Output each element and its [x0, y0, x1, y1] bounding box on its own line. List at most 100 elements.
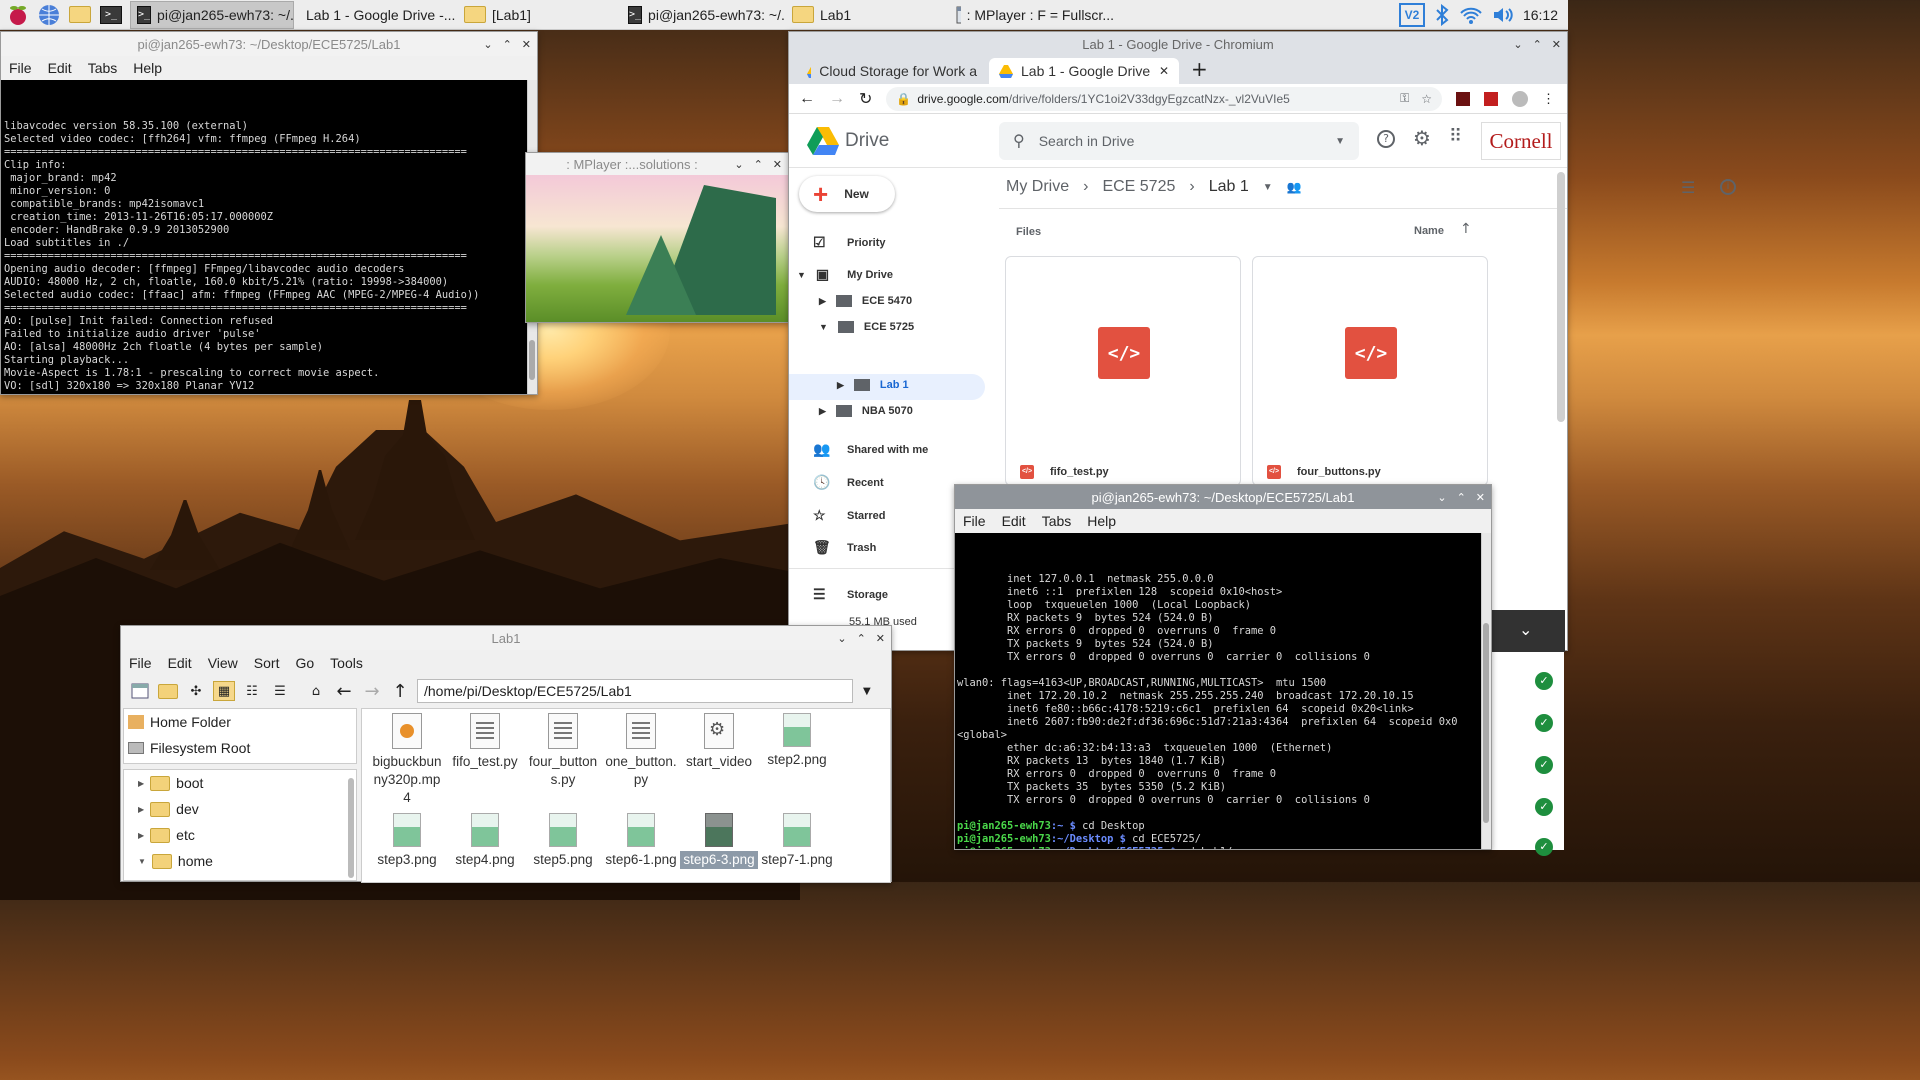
menu-help[interactable]: Help [133, 60, 162, 76]
terminal-output[interactable]: inet 127.0.0.1 netmask 255.0.0.0 inet6 :… [955, 533, 1491, 849]
file-item-start-video[interactable]: ⚙ start_video [680, 713, 758, 771]
new-folder-icon[interactable] [157, 681, 179, 701]
web-browser-launcher-icon[interactable] [36, 3, 62, 27]
menu-tools[interactable]: Tools [330, 655, 363, 671]
taskbar-item-folder-lab1-hidden[interactable]: [Lab1] [458, 1, 622, 29]
tab-cloud-storage[interactable]: Cloud Storage for Work a [797, 58, 987, 84]
minimize-icon[interactable]: ⌄ [1437, 491, 1446, 504]
new-window-icon[interactable] [129, 681, 151, 701]
file-item-bigbuckbunny320p-mp4[interactable]: bigbuckbun ny320p.mp 4 [368, 713, 446, 807]
file-manager-launcher-icon[interactable] [67, 3, 93, 27]
place-home-folder[interactable]: Home Folder [124, 709, 356, 735]
window-titlebar[interactable]: : MPlayer :...solutions : ⌄ ⌃ ✕ [526, 153, 788, 175]
extension-red-icon[interactable] [1484, 91, 1498, 106]
collapse-chevron-icon[interactable]: ⌄ [1519, 620, 1532, 639]
taskbar-item-chromium[interactable]: Lab 1 - Google Drive -... [294, 1, 458, 29]
extension-icon[interactable] [1456, 91, 1470, 106]
tree-item-home[interactable]: ▼ home [124, 848, 356, 874]
menu-help[interactable]: Help [1087, 513, 1116, 529]
sidebar-item-shared[interactable]: 👥 Shared with me [813, 441, 928, 458]
sidebar-item-starred[interactable]: ☆ Starred [813, 507, 886, 524]
maximize-icon[interactable]: ⌃ [754, 158, 763, 171]
file-item-fifo-test-py[interactable]: fifo_test.py [446, 713, 524, 771]
vnc-icon[interactable]: V2 [1398, 2, 1425, 27]
back-icon[interactable]: ← [799, 90, 815, 108]
close-icon[interactable]: ✕ [1476, 491, 1485, 504]
menu-edit[interactable]: Edit [1002, 513, 1026, 529]
file-item-one-button-py[interactable]: one_button. py [602, 713, 680, 789]
new-button[interactable]: + New [799, 176, 895, 212]
menu-edit[interactable]: Edit [48, 60, 72, 76]
sidebar-folder-ece5470[interactable]: ▶ ECE 5470 [819, 295, 912, 307]
window-titlebar[interactable]: Lab1 ⌄ ⌃ ✕ [121, 626, 891, 650]
close-icon[interactable]: ✕ [522, 38, 531, 51]
sidebar-item-recent[interactable]: 🕓 Recent [813, 474, 884, 491]
wifi-icon[interactable] [1459, 5, 1483, 25]
tree-item-etc[interactable]: ▶ etc [124, 822, 356, 848]
terminal-launcher-icon[interactable]: >_ [98, 3, 124, 27]
icon-view-icon[interactable]: ▦ [213, 681, 235, 701]
file-item-step6-3-png[interactable]: step6-3.png [680, 813, 758, 869]
menu-view[interactable]: View [208, 655, 238, 671]
menu-go[interactable]: Go [295, 655, 314, 671]
menu-tabs[interactable]: Tabs [1042, 513, 1072, 529]
address-bar[interactable]: 🔒 drive.google.com/drive/folders/1YC1oi2… [886, 86, 1442, 111]
menu-file[interactable]: File [129, 655, 152, 671]
bluetooth-icon[interactable] [1433, 3, 1451, 26]
compact-view-icon[interactable]: ☷ [241, 681, 263, 701]
maximize-icon[interactable]: ⌃ [1533, 38, 1542, 51]
menu-edit[interactable]: Edit [168, 655, 192, 671]
menu-tabs[interactable]: Tabs [88, 60, 118, 76]
forward-icon[interactable]: → [829, 90, 845, 108]
terminal-output[interactable]: libavcodec version 58.35.100 (external) S… [1, 80, 537, 394]
search-options-icon[interactable]: ▼ [1335, 136, 1345, 147]
minimize-icon[interactable]: ⌄ [1513, 38, 1522, 51]
close-icon[interactable]: ✕ [773, 158, 782, 171]
bookmark-star-icon[interactable]: ☆ [1421, 92, 1432, 106]
settings-gear-icon[interactable]: ⚙ [1413, 126, 1431, 150]
taskbar-item-folder-lab1[interactable]: Lab1 [786, 1, 950, 29]
tree-scrollbar[interactable] [348, 778, 354, 878]
path-input[interactable]: /home/pi/Desktop/ECE5725/Lab1 [417, 679, 853, 703]
sidebar-item-my-drive[interactable]: ▼ ▣ My Drive [797, 266, 893, 283]
google-drive-logo-icon[interactable] [807, 126, 839, 155]
sidebar-item-storage[interactable]: ☰ Storage [813, 586, 888, 603]
sidebar-folder-nba5070[interactable]: ▶ NBA 5070 [819, 405, 913, 417]
sort-by-name[interactable]: Name [1414, 225, 1444, 237]
file-card-four-buttons[interactable]: </> </> four_buttons.py [1252, 256, 1488, 486]
list-view-icon[interactable]: ☰ [1681, 178, 1695, 197]
profile-avatar-icon[interactable] [1512, 90, 1528, 107]
taskbar-item-terminal-1[interactable]: >_ pi@jan265-ewh73: ~/... [130, 0, 294, 29]
file-item-step7-1-png[interactable]: step7-1.png [758, 813, 836, 869]
menu-file[interactable]: File [9, 60, 32, 76]
file-item-step5-png[interactable]: step5.png [524, 813, 602, 869]
file-item-four-buttons-py[interactable]: four_button s.py [524, 713, 602, 789]
key-icon[interactable]: ⚿ [1400, 91, 1409, 106]
path-dropdown-icon[interactable]: ▼ [863, 686, 871, 697]
reload-icon[interactable]: ↻ [859, 89, 872, 109]
new-tab-icon[interactable]: + [1191, 57, 1208, 81]
minimize-icon[interactable]: ⌄ [837, 632, 846, 645]
menu-file[interactable]: File [963, 513, 986, 529]
file-item-step6-1-png[interactable]: step6-1.png [602, 813, 680, 869]
sort-arrow-up-icon[interactable]: ↑ [1460, 221, 1472, 237]
maximize-icon[interactable]: ⌃ [1457, 491, 1466, 504]
taskbar-item-mplayer[interactable]: : MPlayer : F = Fullscr... [950, 1, 1120, 29]
volume-icon[interactable] [1491, 5, 1515, 25]
sidebar-item-priority[interactable]: ☑ Priority [813, 234, 886, 251]
raspberry-menu-icon[interactable] [5, 3, 31, 27]
tree-item-dev[interactable]: ▶ dev [124, 796, 356, 822]
forward-arrow-icon[interactable]: → [361, 681, 383, 702]
sidebar-folder-lab1-row[interactable]: ▶ Lab 1 [837, 379, 909, 391]
chrome-menu-icon[interactable]: ⋮ [1542, 91, 1555, 107]
file-item-step4-png[interactable]: step4.png [446, 813, 524, 869]
file-card-fifo-test[interactable]: </> </> fifo_test.py [1005, 256, 1241, 486]
file-item-step3-png[interactable]: step3.png [368, 813, 446, 869]
shared-people-icon[interactable]: 👥 [1287, 180, 1302, 194]
breadcrumb-lab1[interactable]: Lab 1 [1209, 178, 1249, 196]
up-arrow-icon[interactable]: ↑ [389, 681, 411, 702]
scrollbar[interactable] [1481, 533, 1491, 849]
breadcrumb-ece5725[interactable]: ECE 5725 [1102, 178, 1175, 196]
tree-item-boot[interactable]: ▶ boot [124, 770, 356, 796]
sidebar-item-trash[interactable]: 🗑 Trash [813, 539, 876, 556]
